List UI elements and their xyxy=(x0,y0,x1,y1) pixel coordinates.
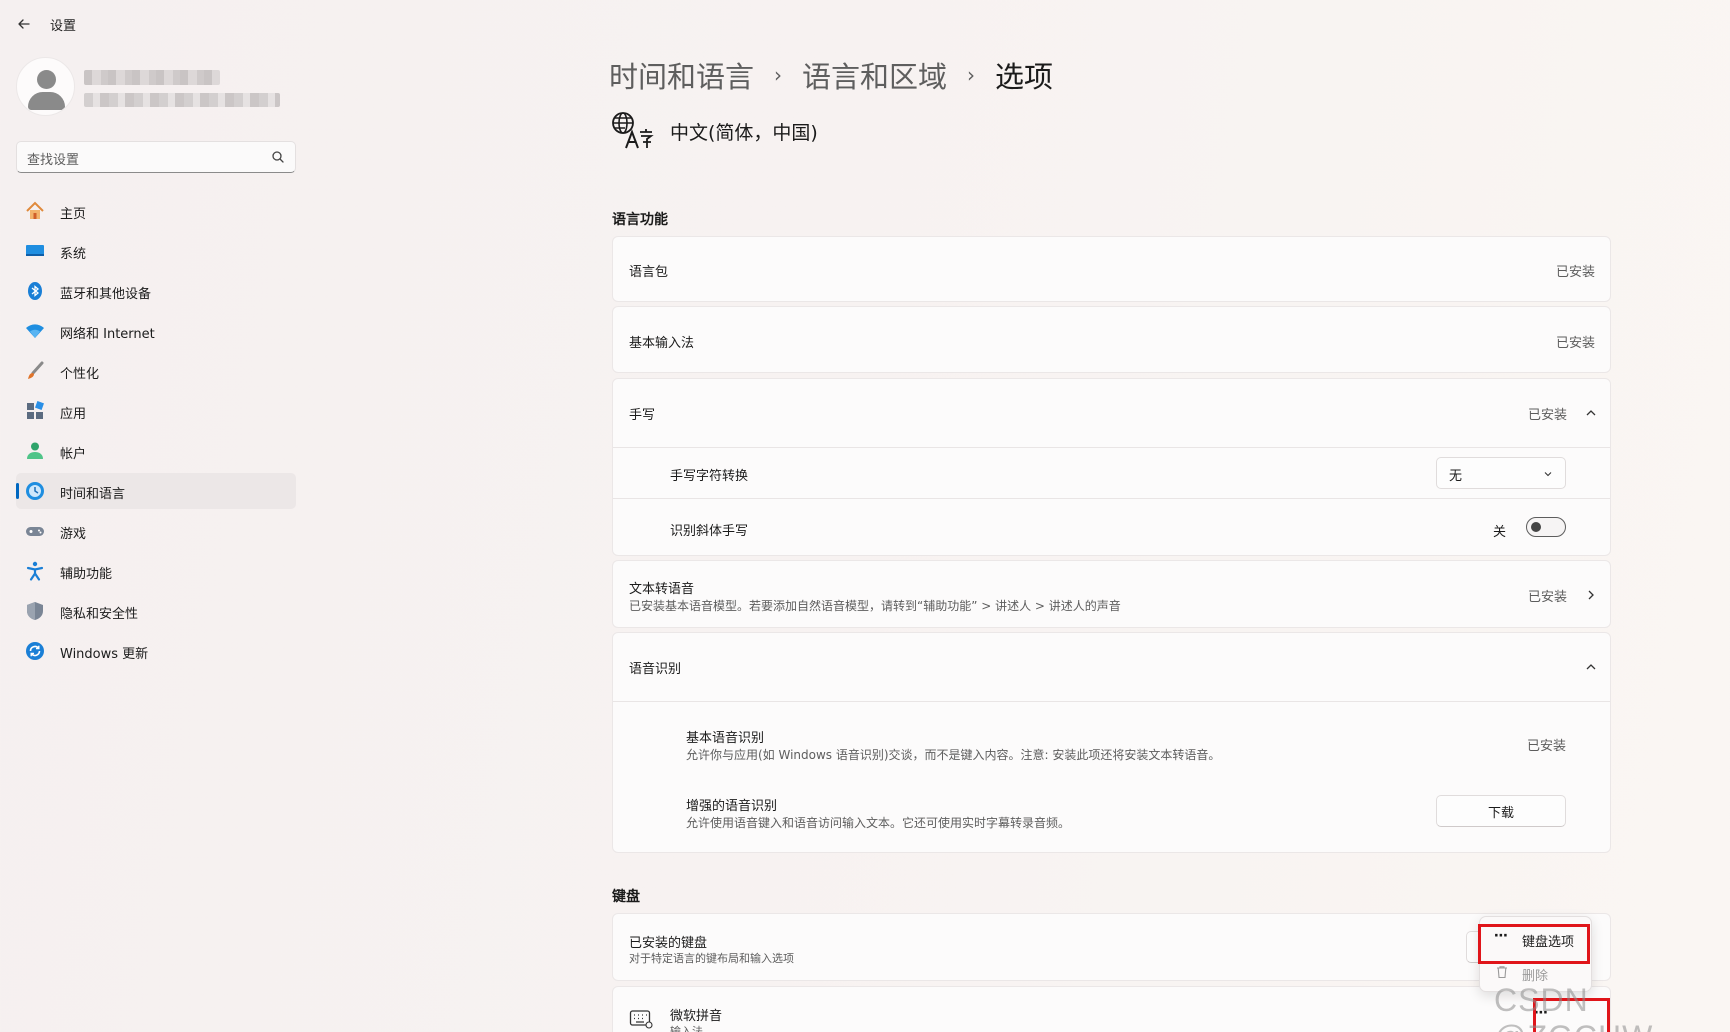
bluetooth-icon xyxy=(28,282,42,300)
sidebar-item-gaming[interactable]: 游戏 xyxy=(16,513,296,549)
accessibility-icon xyxy=(26,561,44,581)
download-button[interactable]: 下载 xyxy=(1436,795,1566,827)
italic-handwriting-row: 识别斜体手写 关 xyxy=(613,499,1610,555)
back-button[interactable] xyxy=(14,14,34,34)
language-icon xyxy=(612,112,654,149)
arrow-left-icon xyxy=(18,19,30,29)
toggle-state-label: 关 xyxy=(1492,525,1506,540)
breadcrumb-language-region[interactable]: 语言和区域 xyxy=(802,54,947,96)
chevron-up-icon[interactable] xyxy=(1584,406,1598,420)
blurred-user-email xyxy=(84,93,280,107)
breadcrumb-time-language[interactable]: 时间和语言 xyxy=(609,54,754,96)
user-profile[interactable] xyxy=(16,57,296,117)
basic-speech-row: 基本语音识别 允许你与应用(如 Windows 语音识别)交谈，而不是键入内容。… xyxy=(686,731,1566,762)
sidebar-item-personalization[interactable]: 个性化 xyxy=(16,353,296,389)
speech-recognition-card: 语音识别 基本语音识别 允许你与应用(如 Windows 语音识别)交谈，而不是… xyxy=(612,632,1611,853)
status-installed: 已安装 xyxy=(1527,590,1567,605)
handwriting-card: 手写 已安装 手写字符转换 无 识别斜体手写 关 xyxy=(612,378,1611,556)
sidebar-item-network[interactable]: 网络和 Internet xyxy=(16,313,296,349)
breadcrumb: 时间和语言 › 语言和区域 › 选项 xyxy=(609,54,1053,96)
search-icon xyxy=(272,151,284,163)
sidebar-item-accessibility[interactable]: 辅助功能 xyxy=(16,553,296,589)
status-installed: 已安装 xyxy=(1555,336,1595,351)
sidebar-nav: 主页 系统 蓝牙和其他设备 网络和 Internet 个性化 应用 帐户 时间和… xyxy=(16,193,296,673)
sidebar-item-bluetooth[interactable]: 蓝牙和其他设备 xyxy=(16,273,296,309)
handwriting-conversion-row: 手写字符转换 无 xyxy=(613,448,1610,498)
chevron-right-icon: › xyxy=(774,63,783,87)
monitor-icon xyxy=(26,245,44,256)
trash-icon xyxy=(1497,966,1507,979)
shield-icon xyxy=(27,602,43,620)
chevron-right-icon: › xyxy=(967,63,976,87)
handwriting-header[interactable]: 手写 已安装 xyxy=(613,379,1610,447)
speech-recognition-header[interactable]: 语音识别 xyxy=(613,633,1610,701)
chevron-right-icon xyxy=(1588,590,1594,600)
blurred-user-name xyxy=(84,70,220,85)
section-title-language-features: 语言功能 xyxy=(612,212,668,228)
sidebar-item-time-language[interactable]: 时间和语言 xyxy=(16,473,296,509)
language-pack-card: 语言包 已安装 xyxy=(612,236,1611,302)
status-installed: 已安装 xyxy=(1527,408,1567,423)
watermark: CSDN @ZGCHW xyxy=(1494,982,1652,1032)
home-icon xyxy=(26,201,44,219)
sidebar-item-accounts[interactable]: 帐户 xyxy=(16,433,296,469)
apps-icon xyxy=(27,401,44,419)
search-box[interactable]: 查找设置 xyxy=(16,141,296,173)
sidebar-item-apps[interactable]: 应用 xyxy=(16,393,296,429)
italic-handwriting-toggle[interactable] xyxy=(1526,517,1566,537)
sidebar-item-system[interactable]: 系统 xyxy=(16,233,296,269)
sidebar-item-home[interactable]: 主页 xyxy=(16,193,296,229)
sidebar-item-privacy[interactable]: 隐私和安全性 xyxy=(16,593,296,629)
installed-keyboards-card: 已安装的键盘 对于特定语言的键布局和输入选项 添 xyxy=(612,913,1611,981)
status-installed: 已安装 xyxy=(1526,739,1566,754)
enhanced-speech-row: 增强的语音识别 允许使用语音键入和语音访问输入文本。它还可使用实时字幕转录音频。… xyxy=(613,778,1610,850)
status-installed: 已安装 xyxy=(1555,265,1595,280)
section-title-keyboard: 键盘 xyxy=(612,889,640,905)
page-title: 选项 xyxy=(995,60,1054,94)
chevron-up-icon[interactable] xyxy=(1584,660,1598,674)
conversion-dropdown[interactable]: 无 xyxy=(1436,457,1566,489)
text-to-speech-card[interactable]: 文本转语音 已安装基本语音模型。若要添加自然语音模型，请转到“辅助功能” > 讲… xyxy=(612,560,1611,628)
avatar xyxy=(16,57,75,116)
ms-pinyin-card: 微软拼音 输入法 ⋯ xyxy=(612,986,1611,1032)
keyboard-icon xyxy=(629,1010,653,1029)
sidebar-item-windows-update[interactable]: Windows 更新 xyxy=(16,633,296,669)
language-name: 中文(简体，中国) xyxy=(670,121,818,144)
refresh-icon xyxy=(26,642,44,660)
app-title: 设置 xyxy=(50,19,77,34)
basic-typing-card: 基本输入法 已安装 xyxy=(612,306,1611,373)
brush-icon xyxy=(28,361,44,379)
globe-clock-icon xyxy=(26,482,44,500)
language-header: 中文(简体，中国) xyxy=(610,110,818,152)
gamepad-icon xyxy=(26,527,44,536)
title-bar: 设置 xyxy=(0,0,1730,46)
highlight-box-keyboard-options xyxy=(1478,924,1590,964)
person-icon xyxy=(27,442,43,459)
chevron-down-icon xyxy=(1544,472,1552,477)
wifi-icon xyxy=(26,324,44,338)
search-input[interactable]: 查找设置 xyxy=(27,149,79,168)
